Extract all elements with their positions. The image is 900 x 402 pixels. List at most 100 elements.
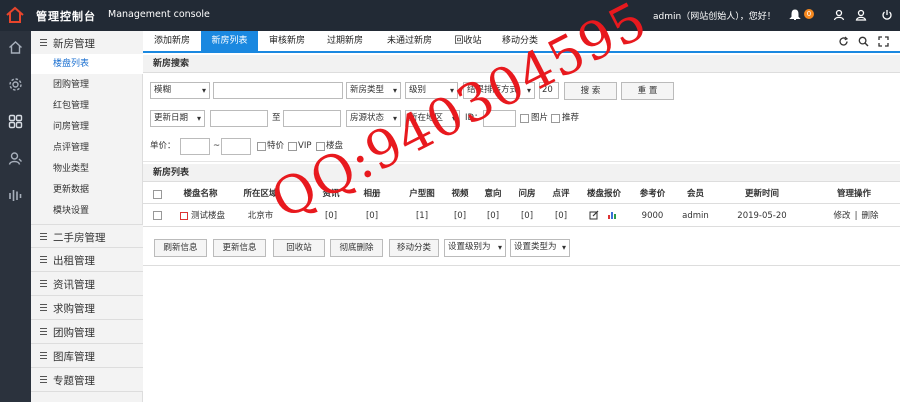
level-select[interactable]: 级别 bbox=[405, 82, 458, 99]
sidebar-item-module-settings[interactable]: 模块设置 bbox=[31, 201, 143, 221]
sidebar-group-news[interactable]: 资讯管理 bbox=[31, 272, 143, 296]
sidebar-group-group-buy[interactable]: 团购管理 bbox=[31, 320, 143, 344]
sort-select[interactable]: 结果排序方式 bbox=[463, 82, 535, 99]
search-keyword-input[interactable] bbox=[213, 82, 343, 99]
col-name: 楼盘名称 bbox=[183, 189, 218, 199]
image-checkbox[interactable] bbox=[520, 114, 529, 123]
col-actions: 管理操作 bbox=[836, 189, 871, 199]
update-info-button[interactable]: 更新信息 bbox=[213, 239, 266, 257]
region-select[interactable]: 所在地区 bbox=[405, 110, 460, 127]
id-input[interactable] bbox=[483, 110, 516, 127]
fullscreen-icon[interactable] bbox=[876, 34, 890, 48]
col-video: 视频 bbox=[451, 189, 469, 199]
reset-button[interactable]: 重 置 bbox=[621, 82, 674, 100]
delete-link[interactable]: 删除 bbox=[859, 205, 881, 227]
tab-expired-new-house[interactable]: 过期新房 bbox=[316, 31, 374, 51]
house-type-select[interactable]: 新房类型 bbox=[346, 82, 401, 99]
row-ask[interactable]: [0] bbox=[509, 205, 545, 227]
row-checkbox[interactable] bbox=[153, 211, 162, 220]
bars-icon[interactable] bbox=[7, 187, 24, 204]
special-price-checkbox[interactable] bbox=[257, 142, 266, 151]
sidebar-group-second-hand[interactable]: 二手房管理 bbox=[31, 224, 143, 248]
sidebar-group-wanted[interactable]: 求购管理 bbox=[31, 296, 143, 320]
sidebar-group-label: 专题管理 bbox=[53, 375, 95, 387]
row-intent[interactable]: [0] bbox=[478, 205, 508, 227]
col-news: 资讯 bbox=[322, 189, 340, 199]
recycle-button[interactable]: 回收站 bbox=[273, 239, 325, 257]
date-to-label: 至 bbox=[272, 113, 281, 123]
sidebar-item-questions[interactable]: 问房管理 bbox=[31, 117, 143, 137]
sidebar-item-property-type[interactable]: 物业类型 bbox=[31, 159, 143, 179]
row-news[interactable]: [0] bbox=[311, 205, 351, 227]
image-icon bbox=[180, 212, 188, 220]
date-type-select[interactable]: 更新日期 bbox=[150, 110, 205, 127]
bell-icon[interactable] bbox=[787, 7, 803, 23]
refresh-icon[interactable] bbox=[836, 34, 850, 48]
set-type-select[interactable]: 设置类型为 bbox=[510, 239, 570, 257]
tab-review-new-house[interactable]: 审核新房 bbox=[258, 31, 316, 51]
tab-new-house-list[interactable]: 新房列表 bbox=[201, 31, 258, 51]
chart-icon[interactable] bbox=[607, 210, 617, 220]
sidebar-item-red-packet[interactable]: 红包管理 bbox=[31, 96, 143, 116]
menu-icon bbox=[40, 376, 47, 377]
edit-link[interactable]: 修改 bbox=[831, 205, 853, 227]
user-icon[interactable] bbox=[7, 150, 24, 167]
user-icon[interactable] bbox=[831, 7, 847, 23]
sidebar-item-group-buy[interactable]: 团购管理 bbox=[31, 75, 143, 95]
move-category-button[interactable]: 移动分类 bbox=[389, 239, 439, 257]
tab-rejected-new-house[interactable]: 未通过新房 bbox=[374, 31, 445, 51]
search-filters: 模糊 新房类型 级别 结果排序方式 20 搜 索 重 置 更新日期 至 房源状态… bbox=[143, 74, 900, 162]
page-size-input[interactable]: 20 bbox=[539, 82, 559, 99]
app-subtitle: Management console bbox=[108, 9, 210, 20]
sidebar-group-gallery[interactable]: 图库管理 bbox=[31, 344, 143, 368]
sidebar-group-rental[interactable]: 出租管理 bbox=[31, 248, 143, 272]
col-intent: 意向 bbox=[484, 189, 502, 199]
price-max-input[interactable] bbox=[221, 138, 251, 155]
unit-checkbox[interactable] bbox=[316, 142, 325, 151]
batch-actions: 刷新信息 更新信息 回收站 彻底删除 移动分类 设置级别为 设置类型为 bbox=[143, 228, 900, 266]
refresh-info-button[interactable]: 刷新信息 bbox=[154, 239, 207, 257]
tab-bar: 添加新房 新房列表 审核新房 过期新房 未通过新房 回收站 移动分类 bbox=[143, 31, 900, 53]
sidebar-item-update-data[interactable]: 更新数据 bbox=[31, 180, 143, 200]
tab-recycle-bin[interactable]: 回收站 bbox=[445, 31, 491, 51]
sidebar-group-topics[interactable]: 专题管理 bbox=[31, 368, 143, 392]
profile-icon[interactable] bbox=[853, 7, 869, 23]
admin-greeting[interactable]: admin（网站创始人），您好！ bbox=[653, 9, 776, 22]
recommend-checkbox[interactable] bbox=[551, 114, 560, 123]
sidebar-item-reviews[interactable]: 点评管理 bbox=[31, 138, 143, 158]
select-all-checkbox[interactable] bbox=[153, 190, 162, 199]
menu-icon bbox=[40, 304, 47, 305]
row-member: admin bbox=[682, 211, 709, 221]
sidebar-item-unit-list[interactable]: 楼盘列表 bbox=[31, 54, 143, 74]
vip-label: VIP bbox=[298, 141, 312, 151]
home-logo-icon[interactable] bbox=[6, 6, 24, 23]
tab-add-new-house[interactable]: 添加新房 bbox=[143, 31, 201, 51]
search-icon[interactable] bbox=[856, 34, 870, 48]
gear-icon[interactable] bbox=[7, 76, 24, 93]
row-album[interactable]: [0] bbox=[352, 205, 392, 227]
sidebar-group-label: 二手房管理 bbox=[53, 232, 106, 244]
price-min-input[interactable] bbox=[180, 138, 210, 155]
sidebar-group-new-house[interactable]: 新房管理 bbox=[31, 31, 143, 55]
col-ref-price: 参考价 bbox=[639, 189, 666, 199]
vip-checkbox[interactable] bbox=[288, 142, 297, 151]
tab-move-category[interactable]: 移动分类 bbox=[491, 31, 549, 51]
sidebar-group-label: 新房管理 bbox=[53, 38, 95, 50]
row-review[interactable]: [0] bbox=[546, 205, 576, 227]
house-status-select[interactable]: 房源状态 bbox=[346, 110, 401, 127]
row-layout[interactable]: [1] bbox=[402, 205, 442, 227]
row-name[interactable]: 测试楼盘 bbox=[191, 205, 231, 227]
date-to-input[interactable] bbox=[283, 110, 341, 127]
row-video[interactable]: [0] bbox=[442, 205, 478, 227]
power-icon[interactable] bbox=[879, 7, 895, 23]
search-mode-select[interactable]: 模糊 bbox=[150, 82, 210, 99]
search-button[interactable]: 搜 索 bbox=[564, 82, 617, 100]
id-label: ID： bbox=[465, 113, 483, 123]
delete-forever-button[interactable]: 彻底删除 bbox=[330, 239, 383, 257]
sidebar-group-label: 出租管理 bbox=[53, 255, 95, 267]
date-from-input[interactable] bbox=[210, 110, 268, 127]
set-level-select[interactable]: 设置级别为 bbox=[444, 239, 506, 257]
grid-icon[interactable] bbox=[7, 113, 24, 130]
edit-quote-icon[interactable] bbox=[589, 210, 599, 220]
home-icon[interactable] bbox=[7, 39, 24, 56]
